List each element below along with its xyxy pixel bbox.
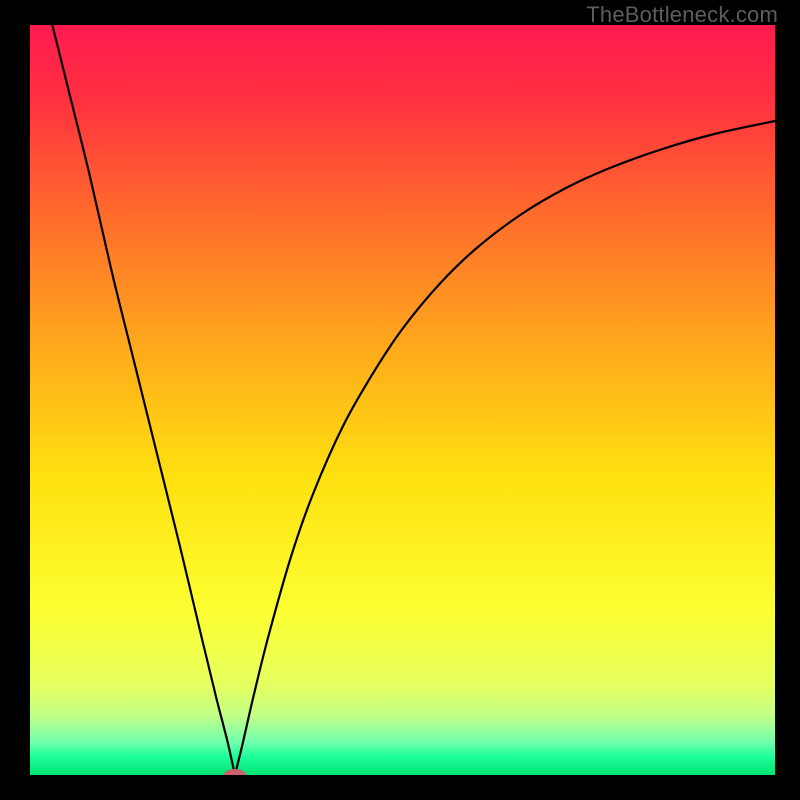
chart-plot-area: [30, 25, 775, 775]
chart-background: [30, 25, 775, 775]
chart-frame: TheBottleneck.com: [0, 0, 800, 800]
chart-svg: [30, 25, 775, 775]
